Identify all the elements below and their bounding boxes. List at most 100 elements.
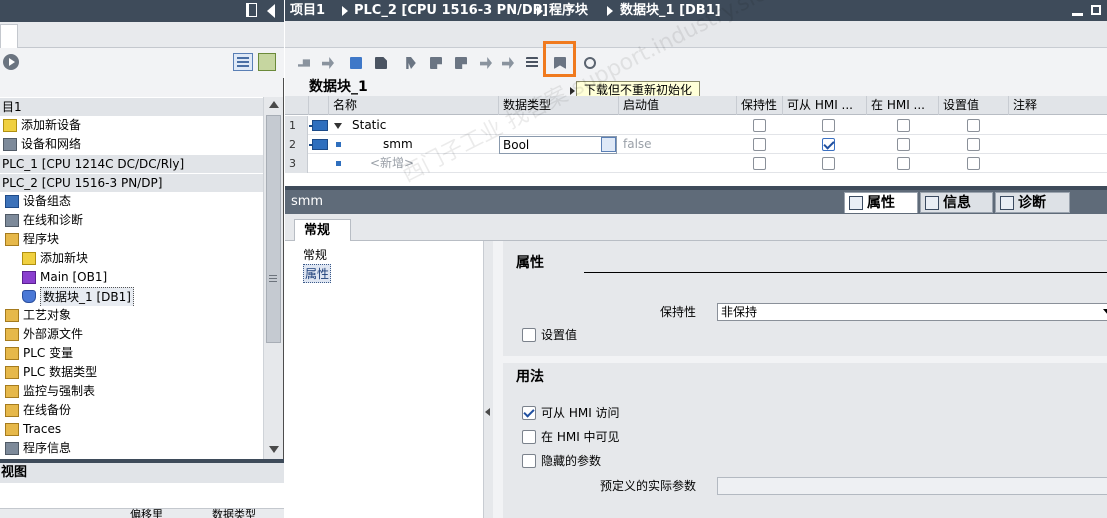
tree-item[interactable]: 添加新块 (0, 249, 263, 268)
tree-item[interactable]: 外部源文件 (0, 325, 263, 344)
load-startvalues-icon[interactable] (453, 55, 469, 71)
copy-to-startvalues-icon[interactable] (478, 55, 494, 71)
hmi-access-checkbox[interactable] (822, 138, 835, 151)
show-list-icon[interactable] (524, 55, 540, 71)
tree-item[interactable]: 添加新设备 (0, 116, 263, 135)
breadcrumb-arrow-icon (342, 6, 348, 16)
hmi-access-checkbox[interactable] (522, 406, 536, 420)
devices-tab[interactable] (0, 24, 18, 48)
pin-icon[interactable] (246, 3, 257, 17)
tree-item[interactable]: Main [OB1] (0, 268, 263, 287)
tree-item[interactable]: PLC_1 [CPU 1214C DC/DC/Rly] (0, 154, 263, 173)
table-row[interactable]: 1 Static (285, 116, 1107, 135)
setpoint-checkbox[interactable] (967, 119, 980, 132)
hmi-access-checkbox[interactable] (822, 157, 835, 170)
hmi-visible-checkbox[interactable] (897, 157, 910, 170)
nav-attributes[interactable]: 属性 (303, 264, 332, 283)
tree-item[interactable]: 目1 (0, 97, 263, 116)
hmi-visible-checkbox[interactable] (897, 138, 910, 151)
cell-name[interactable]: Static (352, 116, 386, 135)
tree-item[interactable]: Traces (0, 420, 263, 439)
add-to-tree-icon[interactable] (258, 53, 276, 71)
setpoint-checkbox[interactable] (522, 328, 536, 342)
splitter-grip-icon[interactable] (269, 275, 277, 282)
tree-item[interactable]: PLC_2 [CPU 1516-3 PN/DP] (0, 173, 263, 192)
retain-dropdown[interactable]: 非保持 (717, 303, 1107, 321)
collapse-nav-icon[interactable] (485, 408, 490, 416)
cell-name[interactable]: <新增> (370, 154, 414, 173)
subtab-general[interactable]: 常规 (294, 219, 351, 241)
copy-snapshot-icon[interactable] (428, 55, 444, 71)
col-retain[interactable]: 保持性 (737, 96, 783, 115)
col-hmi-access[interactable]: 可从 HMI ... (783, 96, 867, 115)
col-setpoint[interactable]: 设置值 (939, 96, 1009, 115)
col-name[interactable]: 名称 (329, 96, 499, 115)
nav-general[interactable]: 常规 (303, 246, 327, 263)
scrollbar-thumb[interactable] (266, 115, 281, 343)
snapshot-icon[interactable] (403, 55, 419, 71)
expand-arrow-icon[interactable] (334, 123, 342, 129)
tree-item[interactable]: 数据块_1 [DB1] (0, 287, 263, 306)
setpoint-checkbox[interactable] (967, 138, 980, 151)
collapse-left-icon[interactable] (267, 4, 275, 18)
tree-item[interactable]: 监控与强制表 (0, 382, 263, 401)
table-row[interactable]: 3 <新增> (285, 154, 1107, 173)
external-source-folder-icon (5, 328, 19, 341)
tree-item[interactable]: 设备组态 (0, 192, 263, 211)
load-actual-icon[interactable] (500, 55, 516, 71)
col-startvalue[interactable]: 启动值 (619, 96, 737, 115)
setpoint-checkbox[interactable] (967, 157, 980, 170)
tree-item[interactable]: 在线和诊断 (0, 211, 263, 230)
nav-splitter[interactable] (483, 241, 493, 518)
retain-checkbox[interactable] (753, 157, 766, 170)
row-number[interactable]: 3 (285, 154, 308, 173)
tree-item[interactable]: 设备和网络 (0, 135, 263, 154)
go-forward-icon[interactable] (3, 54, 19, 70)
hmi-access-checkbox[interactable] (822, 119, 835, 132)
actual-param-input[interactable] (717, 477, 1107, 495)
tab-properties[interactable]: 属性 (844, 192, 918, 213)
insert-row-icon[interactable] (296, 55, 312, 71)
tree-item[interactable]: PLC 数据类型 (0, 363, 263, 382)
hidden-param-checkbox[interactable] (522, 454, 536, 468)
scroll-down-icon[interactable] (269, 446, 279, 453)
maximize-icon[interactable] (1091, 5, 1101, 15)
retain-checkbox[interactable] (753, 138, 766, 151)
overview-col-type[interactable]: 数据类型 (212, 509, 256, 518)
table-row[interactable]: 2 smm Bool false (285, 135, 1107, 154)
tree-item[interactable]: 程序信息 (0, 439, 263, 458)
add-row-icon[interactable] (320, 55, 336, 71)
list-view-icon[interactable] (233, 53, 253, 71)
col-datatype[interactable]: 数据类型 (499, 96, 619, 115)
row-number[interactable]: 2 (285, 135, 308, 154)
breadcrumb-item-project[interactable]: 项目1 (290, 0, 325, 21)
row-number[interactable]: 1 (285, 116, 308, 135)
col-hmi-visible[interactable]: 在 HMI ... (867, 96, 939, 115)
scroll-up-icon[interactable] (269, 101, 279, 108)
cell-startvalue[interactable]: false (623, 135, 652, 154)
hmi-visible-checkbox[interactable] (522, 430, 536, 444)
tab-diagnostics[interactable]: 诊断 (995, 192, 1070, 213)
hmi-visible-checkbox[interactable] (897, 119, 910, 132)
breadcrumb-item-blocks[interactable]: 程序块 (549, 0, 588, 21)
overview-col-offset[interactable]: 偏移里 (130, 509, 163, 518)
tab-info[interactable]: 信息 (920, 192, 993, 213)
tree-item[interactable]: 在线备份 (0, 401, 263, 420)
minimize-icon[interactable] (1072, 13, 1083, 16)
expand-all-icon[interactable] (348, 55, 364, 71)
tree-item[interactable]: 程序块 (0, 230, 263, 249)
breadcrumb-item-db[interactable]: 数据块_1 [DB1] (620, 0, 721, 21)
retain-checkbox[interactable] (753, 119, 766, 132)
col-comment[interactable]: 注释 (1009, 96, 1107, 115)
cell-name[interactable]: smm (383, 135, 413, 154)
tree-item[interactable]: PLC 变量 (0, 344, 263, 363)
monitor-icon[interactable] (582, 55, 598, 71)
collapse-all-icon[interactable] (373, 55, 389, 71)
datatype-picker-icon[interactable] (601, 137, 616, 152)
breadcrumb-arrow-icon (537, 6, 543, 16)
breadcrumb-item-plc[interactable]: PLC_2 [CPU 1516-3 PN/DP] (354, 0, 548, 21)
tree-vertical-scrollbar[interactable] (263, 97, 283, 459)
tree-item[interactable]: 工艺对象 (0, 306, 263, 325)
section-usage: 用法 可从 HMI 访问 在 HMI 中可见 隐藏的参数 预定义的实际参数 (503, 363, 1107, 518)
datatype-input[interactable]: Bool (499, 136, 617, 154)
